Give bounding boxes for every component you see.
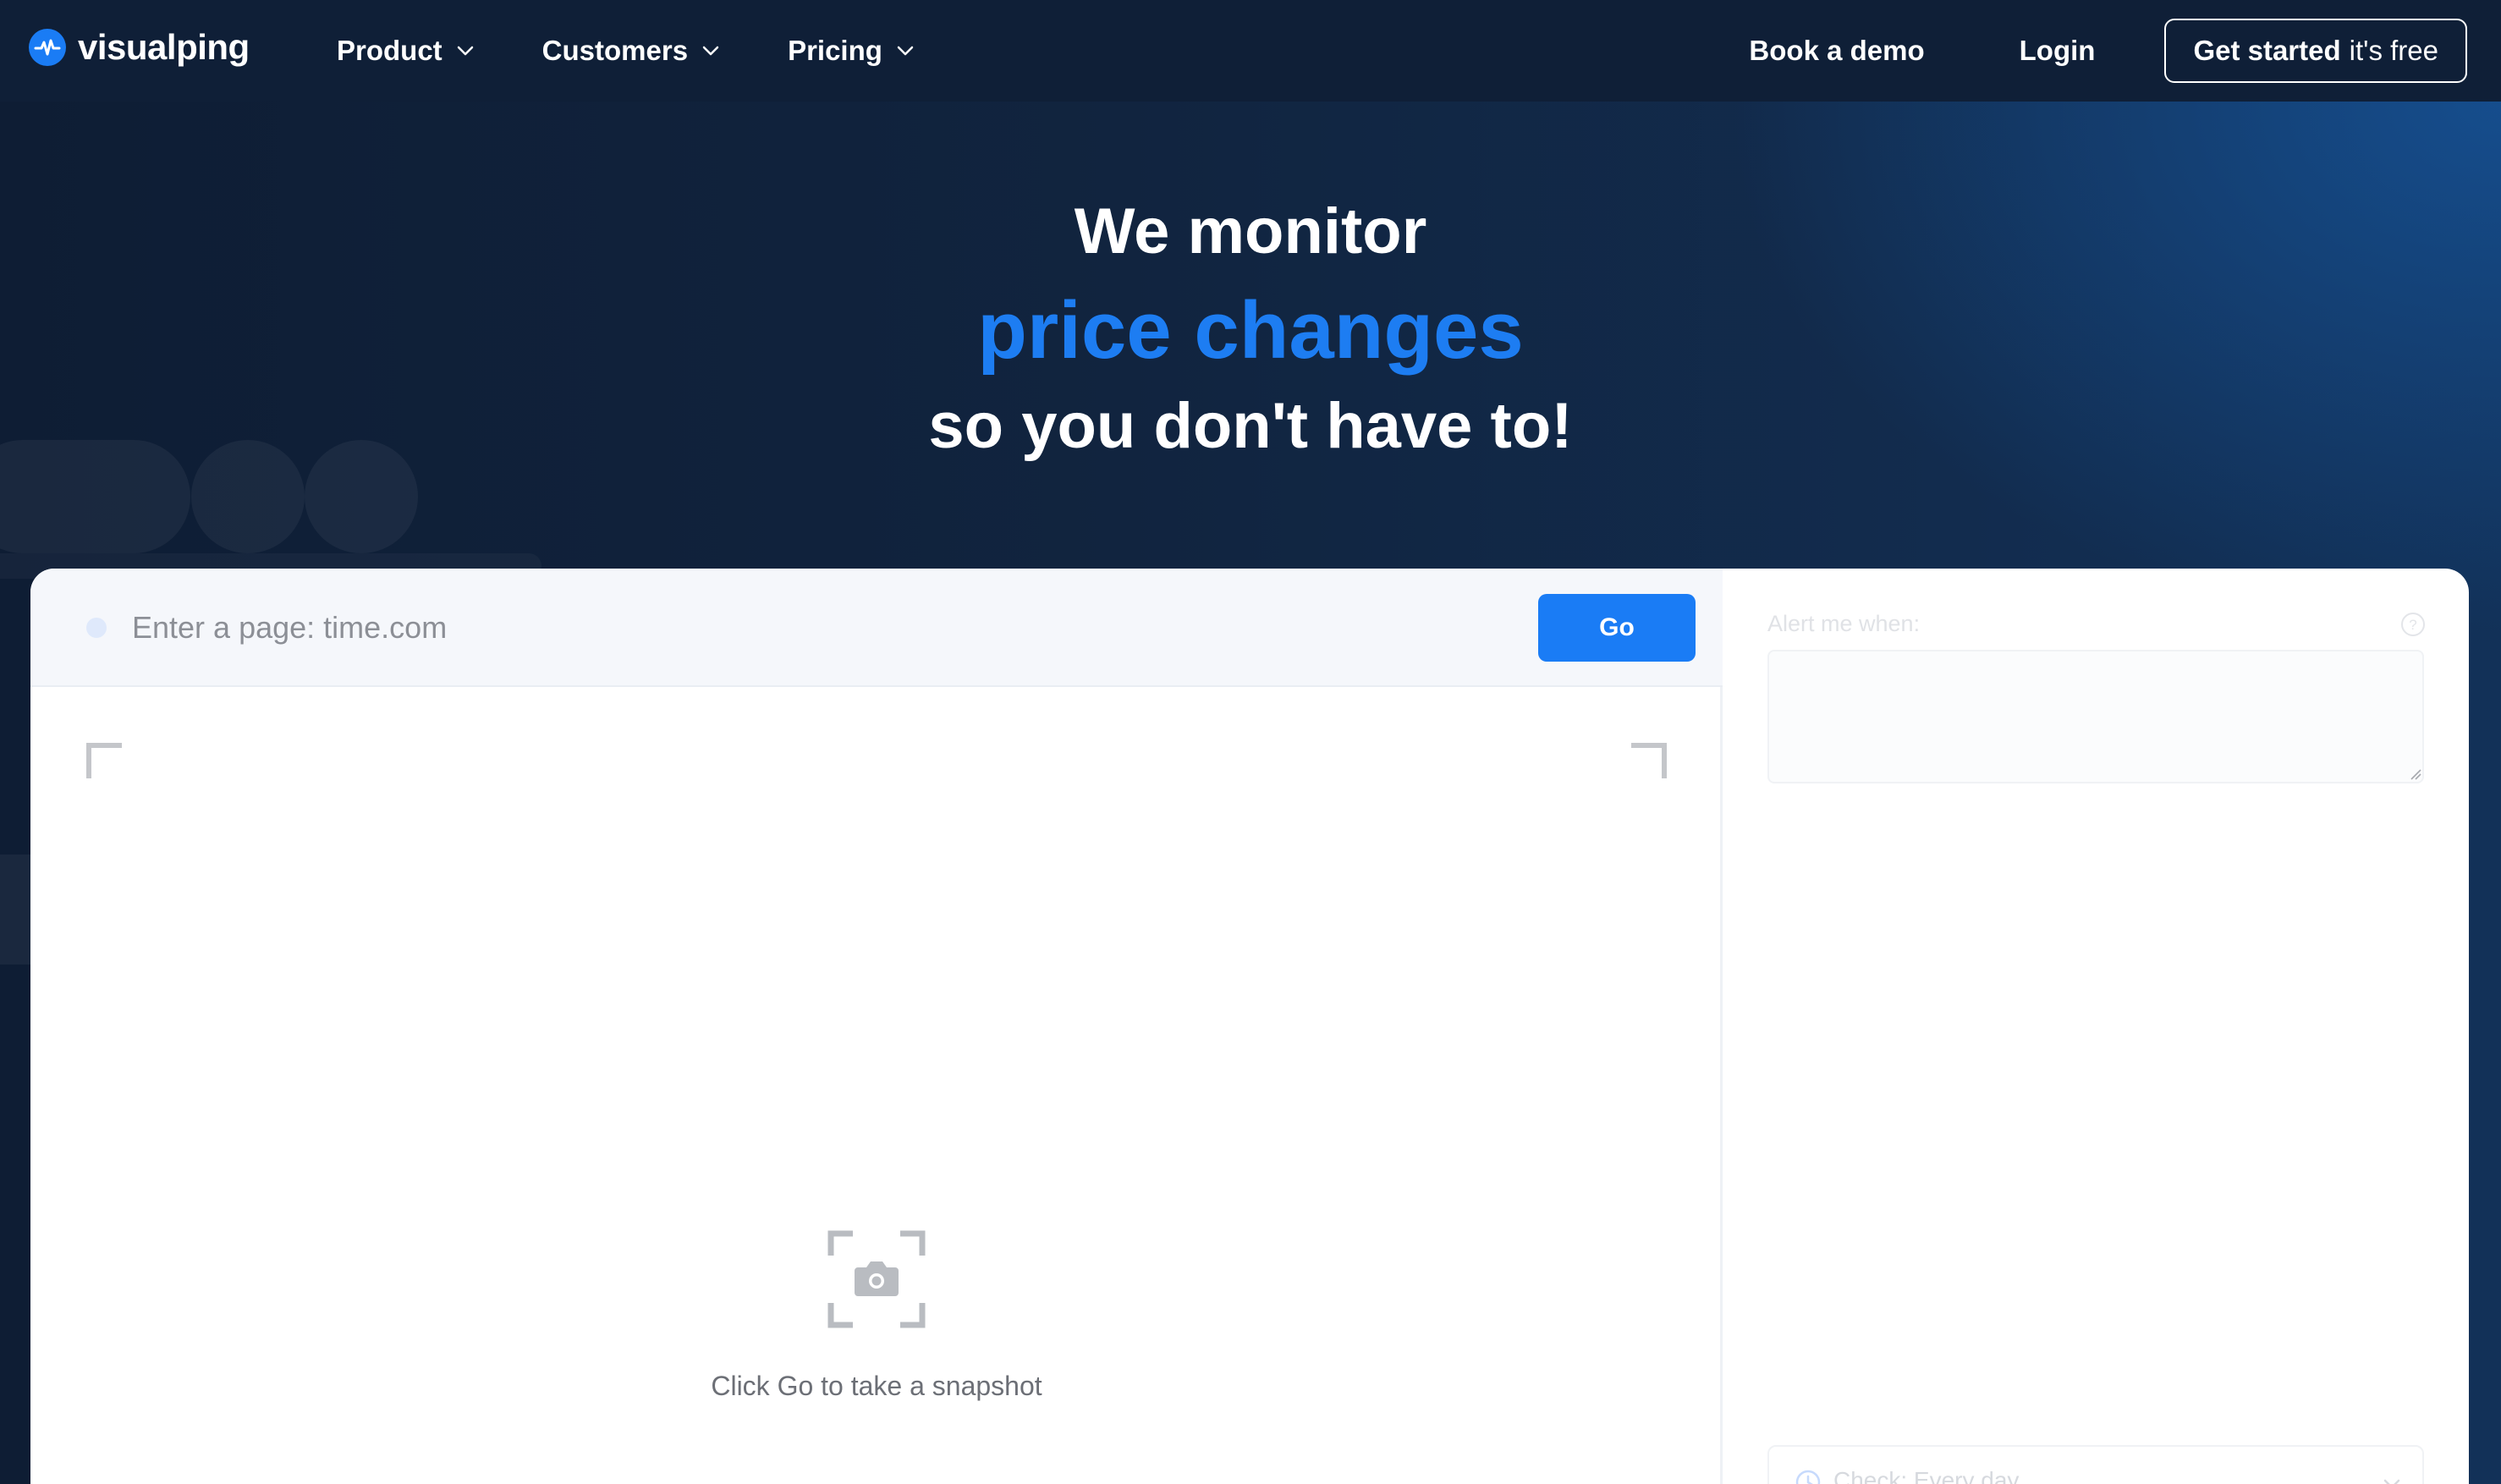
camera-icon — [827, 1230, 926, 1328]
hero-highlight: price changes — [977, 285, 1524, 376]
status-dot-icon — [86, 618, 107, 638]
menu-customers[interactable]: Customers — [542, 35, 722, 67]
nav-actions: Book a demo Login Get started it's free — [1749, 0, 2467, 102]
url-bar: Go — [30, 569, 1723, 687]
question-circle-icon[interactable]: ? — [2399, 611, 2427, 638]
snapshot-hint: Click Go to take a snapshot — [711, 1371, 1042, 1401]
menu-pricing-label: Pricing — [788, 35, 882, 66]
menu-product[interactable]: Product — [337, 35, 476, 67]
top-navigation: visualping Product Customers Pricing Boo… — [0, 0, 2501, 102]
decorative-side-block — [0, 855, 32, 965]
url-input[interactable] — [132, 601, 1486, 655]
alert-pane: Alert me when: Check: Every day — [1723, 569, 2469, 1484]
alert-criteria-field[interactable] — [1767, 650, 2424, 783]
chevron-down-icon — [702, 46, 719, 56]
get-started-sublabel: it's free — [2349, 35, 2438, 66]
main-menu: Product Customers Pricing — [337, 0, 982, 102]
menu-customers-label: Customers — [541, 35, 689, 66]
svg-text:?: ? — [2409, 617, 2416, 633]
get-started-button[interactable]: Get started it's free — [2164, 19, 2467, 83]
brand-name: visualping — [78, 27, 250, 67]
frame-corner-top-left — [86, 743, 122, 778]
go-button[interactable]: Go — [1538, 594, 1696, 662]
login-link[interactable]: Login — [2020, 35, 2096, 67]
menu-pricing[interactable]: Pricing — [788, 35, 916, 67]
monitor-card: Go Click Go to take a snapshot Alert me … — [30, 569, 2469, 1484]
chevron-down-icon — [457, 46, 473, 56]
resize-handle-icon[interactable] — [2410, 768, 2421, 780]
chevron-down-icon — [897, 46, 914, 56]
check-frequency-select[interactable]: Check: Every day — [1767, 1445, 2424, 1484]
chevron-down-icon — [2383, 1479, 2400, 1484]
hero-line-1: We monitor — [1074, 195, 1427, 267]
clock-icon — [1795, 1470, 1821, 1484]
get-started-label: Get started — [2193, 35, 2341, 66]
menu-product-label: Product — [337, 35, 442, 66]
alert-label: Alert me when: — [1767, 611, 1921, 636]
book-demo-link[interactable]: Book a demo — [1749, 35, 1924, 67]
frame-corner-top-right — [1631, 743, 1667, 778]
hero-heading: We monitor price changes so you don't ha… — [0, 191, 2501, 467]
brand-logo[interactable]: visualping — [29, 27, 250, 68]
pulse-icon — [29, 29, 66, 66]
hero-line-3: so you don't have to! — [928, 390, 1573, 462]
check-frequency-label: Check: Every day — [1833, 1467, 2020, 1484]
preview-pane: Go Click Go to take a snapshot — [30, 569, 1723, 1484]
